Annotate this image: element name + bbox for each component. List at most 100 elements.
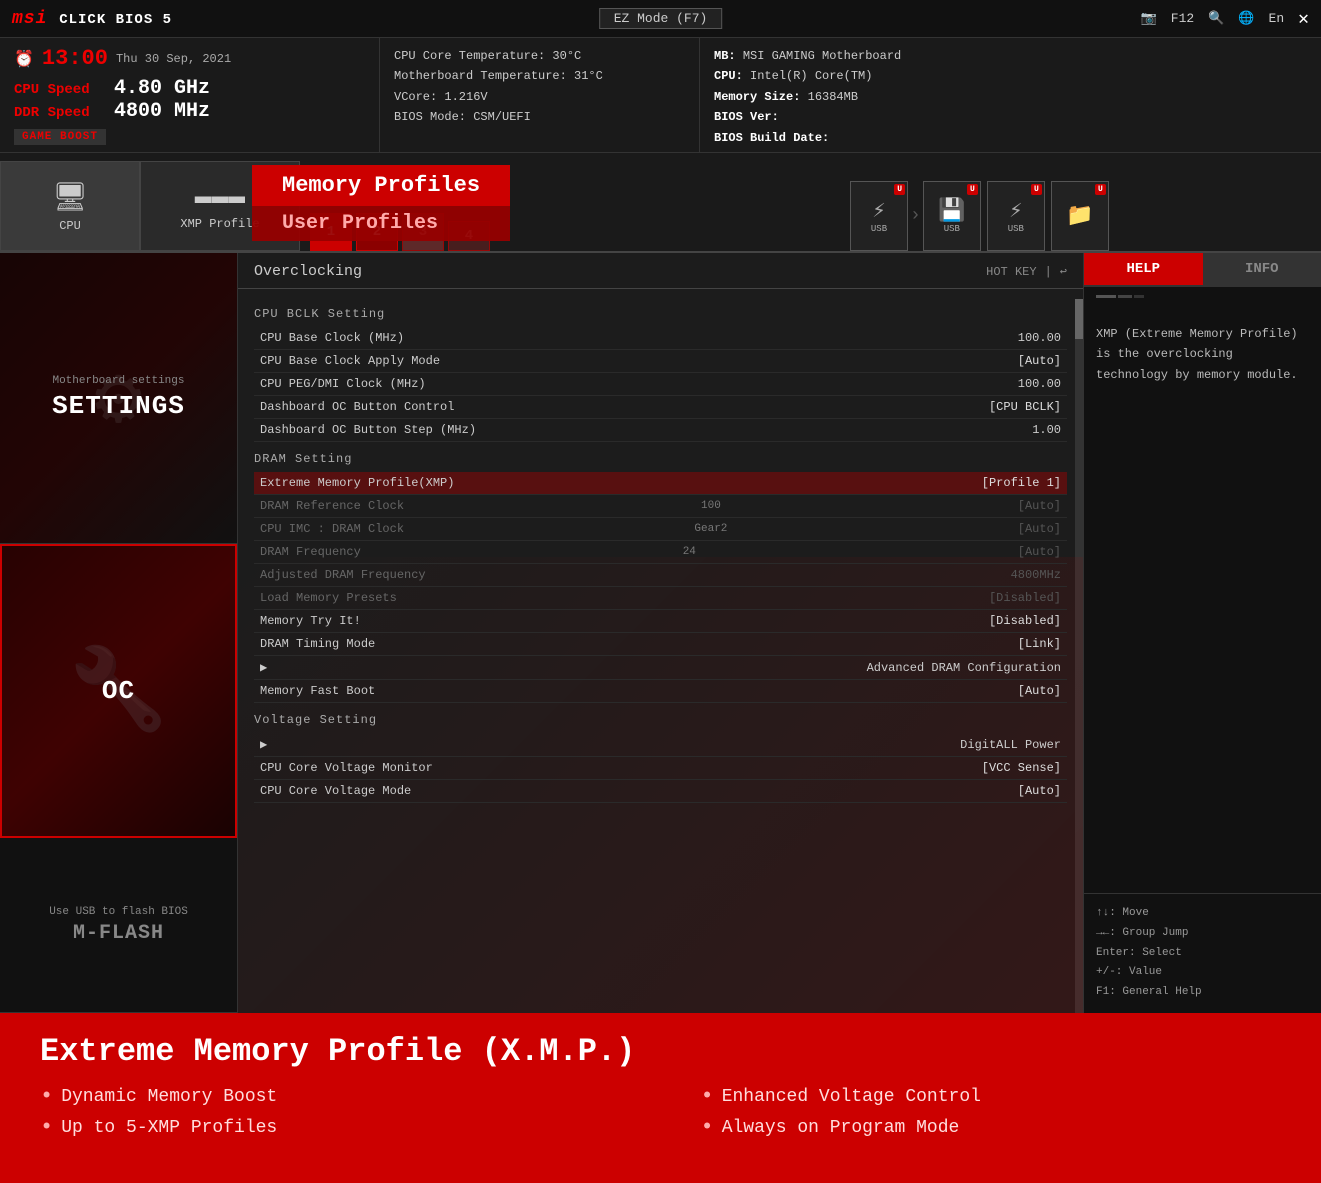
lang-label[interactable]: En — [1269, 11, 1285, 26]
voltage-section: Voltage Setting — [254, 713, 1067, 727]
usb-4[interactable]: U 📁 — [1051, 181, 1109, 251]
close-button[interactable]: ✕ — [1298, 8, 1309, 30]
key-help: F1: General Help — [1096, 983, 1309, 1003]
bullet-2: • — [40, 1115, 53, 1140]
feature-4: • Always on Program Mode — [701, 1115, 1282, 1140]
hotkey-label: HOT KEY — [986, 265, 1036, 279]
hotkey-area: HOT KEY | ↩ — [986, 264, 1067, 279]
setting-xmp[interactable]: Extreme Memory Profile(XMP) [Profile 1] — [254, 472, 1067, 495]
search-icon[interactable]: 🔍 — [1208, 11, 1224, 26]
oc-body: CPU BCLK Setting CPU Base Clock (MHz) 10… — [238, 289, 1083, 1003]
setting-cpu-core-v-mode[interactable]: CPU Core Voltage Mode [Auto] — [254, 780, 1067, 803]
settings-text: Motherboard settings SETTINGS — [52, 375, 185, 421]
cpu-speed-value: 4.80 GHz — [114, 77, 210, 100]
bottom-section: Extreme Memory Profile (X.M.P.) • Dynami… — [0, 1013, 1321, 1183]
help-decorative — [1084, 287, 1321, 312]
cpu-temp: CPU Core Temperature: 30°C — [394, 46, 685, 66]
feature-2: • Up to 5-XMP Profiles — [40, 1115, 621, 1140]
cpu-speed-row: CPU Speed 4.80 GHz — [14, 77, 365, 100]
cpu-bclk-section: CPU BCLK Setting — [254, 307, 1067, 321]
clock-icon: ⏰ — [14, 49, 34, 69]
key-group-jump: →←: Group Jump — [1096, 924, 1309, 944]
game-boost-bar[interactable]: GAME BOOST — [14, 129, 106, 145]
setting-cpu-base-clock[interactable]: CPU Base Clock (MHz) 100.00 — [254, 327, 1067, 350]
setting-dram-freq[interactable]: DRAM Frequency 24 [Auto] — [254, 541, 1067, 564]
speed-table: CPU Speed 4.80 GHz DDR Speed 4800 MHz — [14, 77, 365, 123]
usb-symbol-4: 📁 — [1066, 203, 1093, 229]
usb-3[interactable]: U ⚡ USB — [987, 181, 1045, 251]
usb-symbol-2: 💾 — [938, 198, 965, 224]
vcore: VCore: 1.216V — [394, 87, 685, 107]
arrow-sep: › — [910, 206, 921, 226]
back-arrow[interactable]: ↩ — [1060, 264, 1067, 279]
settings-sub: Motherboard settings — [52, 375, 185, 387]
ddr-speed-label: DDR Speed — [14, 105, 104, 121]
setting-dashboard-oc-btn-step[interactable]: Dashboard OC Button Step (MHz) 1.00 — [254, 419, 1067, 442]
f12-label[interactable]: F12 — [1171, 11, 1194, 26]
setting-adj-dram-freq: Adjusted DRAM Frequency 4800MHz — [254, 564, 1067, 587]
setting-cpu-base-clock-mode[interactable]: CPU Base Clock Apply Mode [Auto] — [254, 350, 1067, 373]
bullet-4: • — [701, 1115, 714, 1140]
setting-dram-timing[interactable]: DRAM Timing Mode [Link] — [254, 633, 1067, 656]
globe-icon[interactable]: 🌐 — [1238, 11, 1254, 26]
oc-title: Overclocking — [254, 263, 362, 280]
bullet-3: • — [701, 1084, 714, 1109]
oc-header: Overclocking HOT KEY | ↩ — [238, 253, 1083, 289]
setting-dashboard-oc-btn-ctrl[interactable]: Dashboard OC Button Control [CPU BCLK] — [254, 396, 1067, 419]
user-profiles-tab[interactable]: User Profiles — [252, 206, 510, 241]
xmp-icon: ▬▬▬ — [195, 182, 245, 213]
sidebar-item-mflash[interactable]: Use USB to flash BIOS M-FLASH — [0, 838, 237, 1013]
usb-1[interactable]: U ⚡ USB — [850, 181, 908, 251]
left-sidebar: ⚙ Motherboard settings SETTINGS 🔧 OC Use… — [0, 253, 238, 1013]
setting-dram-ref-clock[interactable]: DRAM Reference Clock 100 [Auto] — [254, 495, 1067, 518]
mb-info: MB: MSI GAMING Motherboard — [714, 46, 1307, 66]
screenshot-icon[interactable]: 📷 — [1141, 11, 1157, 26]
usb-symbol-1: ⚡ — [872, 198, 885, 224]
bios-date-info: BIOS Build Date: — [714, 128, 1307, 148]
setting-mem-fast-boot[interactable]: Memory Fast Boot [Auto] — [254, 680, 1067, 703]
oc-main: OC — [102, 676, 135, 706]
setting-adv-dram-config[interactable]: ▶ Advanced DRAM Configuration — [254, 656, 1067, 680]
time-display: 13:00 — [42, 46, 108, 71]
feature-3: • Enhanced Voltage Control — [701, 1084, 1282, 1109]
settings-main: SETTINGS — [52, 391, 185, 421]
cpu-info: CPU: Intel(R) Core(TM) — [714, 66, 1307, 86]
key-value: +/-: Value — [1096, 963, 1309, 983]
ez-mode-button[interactable]: EZ Mode (F7) — [599, 8, 723, 29]
status-right: MB: MSI GAMING Motherboard CPU: Intel(R)… — [700, 38, 1321, 152]
help-content: XMP (Extreme Memory Profile) is the over… — [1084, 312, 1321, 893]
profile-overlay: Memory Profiles User Profiles — [252, 165, 510, 241]
tab-cpu[interactable]: 🖥 CPU — [0, 161, 140, 251]
setting-mem-try-it[interactable]: Memory Try It! [Disabled] — [254, 610, 1067, 633]
setting-cpu-core-v-monitor[interactable]: CPU Core Voltage Monitor [VCC Sense] — [254, 757, 1067, 780]
help-tab[interactable]: HELP — [1084, 253, 1203, 285]
sidebar-item-oc[interactable]: 🔧 OC — [0, 544, 237, 838]
xmp-tab-label: XMP Profile — [180, 217, 259, 231]
setting-cpu-imc-dram[interactable]: CPU IMC : DRAM Clock Gear2 [Auto] — [254, 518, 1067, 541]
ddr-speed-row: DDR Speed 4800 MHz — [14, 100, 365, 123]
right-panel: HELP INFO XMP (Extreme Memory Profile) i… — [1083, 253, 1321, 1013]
bottom-features: • Dynamic Memory Boost • Enhanced Voltag… — [40, 1084, 1281, 1140]
info-tab[interactable]: INFO — [1203, 253, 1321, 285]
memory-profiles-tab[interactable]: Memory Profiles — [252, 165, 510, 206]
setting-cpu-peg-dmi[interactable]: CPU PEG/DMI Clock (MHz) 100.00 — [254, 373, 1067, 396]
bios-mode: BIOS Mode: CSM/UEFI — [394, 107, 685, 127]
cpu-icon: 🖥 — [52, 180, 88, 215]
top-bar-right: 📷 F12 🔍 🌐 En ✕ — [1141, 8, 1309, 30]
bullet-1: • — [40, 1084, 53, 1109]
cpu-tab-label: CPU — [59, 219, 81, 233]
mb-temp: Motherboard Temperature: 31°C — [394, 66, 685, 86]
feature-1: • Dynamic Memory Boost — [40, 1084, 621, 1109]
key-move: ↑↓: Move — [1096, 904, 1309, 924]
setting-load-mem-presets[interactable]: Load Memory Presets [Disabled] — [254, 587, 1067, 610]
mflash-sub: Use USB to flash BIOS — [49, 906, 188, 918]
usb-2[interactable]: U 💾 USB — [923, 181, 981, 251]
top-bar: msi CLICK BIOS 5 EZ Mode (F7) 📷 F12 🔍 🌐 … — [0, 0, 1321, 38]
setting-digitall-power[interactable]: ▶ DigitALL Power — [254, 733, 1067, 757]
sidebar-item-settings[interactable]: ⚙ Motherboard settings SETTINGS — [0, 253, 237, 544]
nav-tabs: 🖥 CPU ▬▬▬ XMP Profile 1 2 3 4 Memory Pro… — [0, 153, 1321, 253]
mflash-text: Use USB to flash BIOS M-FLASH — [49, 906, 188, 945]
cpu-speed-label: CPU Speed — [14, 82, 104, 98]
key-select: Enter: Select — [1096, 944, 1309, 964]
bottom-title: Extreme Memory Profile (X.M.P.) — [40, 1033, 1281, 1070]
